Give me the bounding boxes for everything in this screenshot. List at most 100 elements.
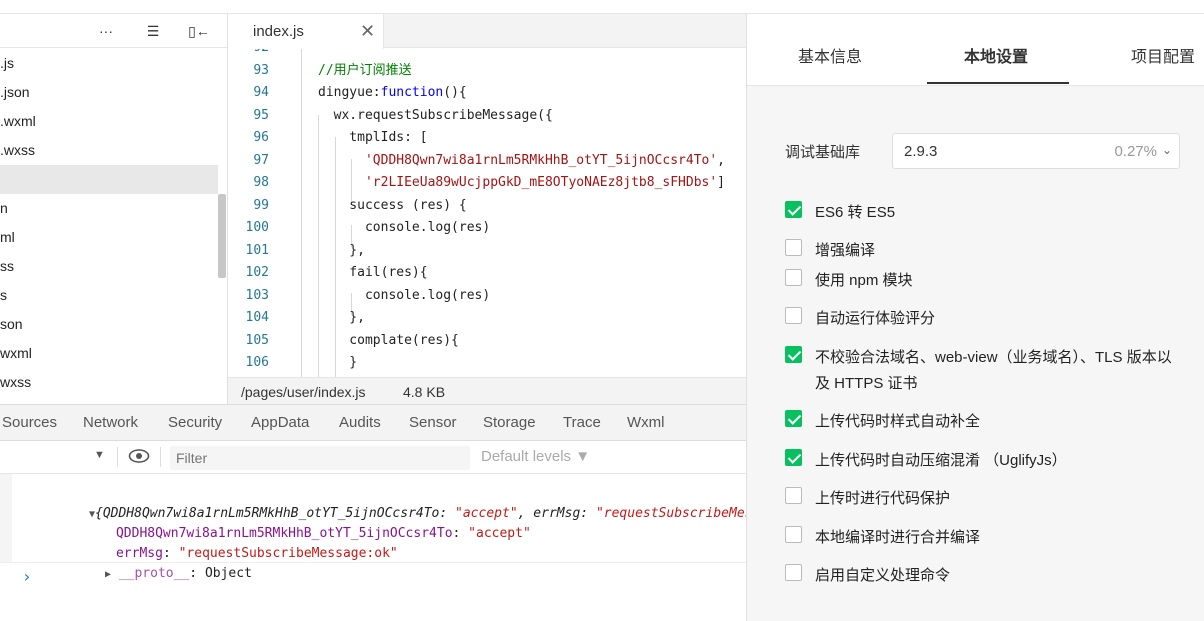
file-explorer-toolbar: ··· ☰ ▯← (0, 14, 227, 48)
setting-checkbox[interactable] (785, 564, 802, 581)
setting-checkbox[interactable] (785, 410, 802, 427)
debug-lib-version: 2.9.3 (904, 143, 938, 160)
setting-checkbox[interactable] (785, 449, 802, 466)
devtools-tab-bar: Sources Network Security AppData Audits Senso… (0, 405, 746, 441)
code-text: tmplIds: [ (318, 127, 427, 149)
setting-label: 增强编译 (815, 242, 876, 259)
code-area[interactable]: 9293//用户订阅推送94dingyue:function(){95 wx.r… (228, 49, 746, 377)
chevron-down-icon: ⌄ (1161, 143, 1172, 157)
file-item[interactable] (0, 165, 218, 194)
line-number: 103 (245, 287, 269, 303)
code-line: 99 success (res) { (228, 195, 746, 217)
line-number: 93 (253, 62, 269, 78)
code-token: wx.requestSubscribeMessage({ (318, 107, 553, 123)
setting-label: 上传时进行代码保护 (815, 490, 951, 507)
devtools-tab-storage[interactable]: Storage (483, 414, 536, 431)
setting-checkbox[interactable] (785, 269, 802, 286)
setting-checkbox[interactable] (785, 307, 802, 324)
setting-checkbox[interactable] (785, 201, 802, 218)
devtools-tab-network[interactable]: Network (83, 414, 138, 431)
code-token: (){ (443, 85, 467, 100)
code-editor: index.js ✕ 92 93 //用户订阅推送 94 dingyue:functio… (228, 14, 746, 404)
code-line: 103 console.log(res) (228, 285, 746, 307)
file-item[interactable]: wxss (0, 368, 218, 397)
code-line: 94 dingyue:function(){ (228, 82, 746, 104)
default-levels-dropdown[interactable]: Default levels ▼ (481, 448, 590, 465)
code-line: 100 console.log(res) (228, 217, 746, 239)
code-token: dingyue: (318, 85, 381, 100)
more-icon[interactable]: ··· (97, 23, 115, 39)
setting-checkbox[interactable] (785, 487, 802, 504)
active-tab-indicator (927, 82, 1069, 84)
file-item[interactable]: wxml (0, 339, 218, 368)
collapse-icon[interactable]: ☰ (144, 23, 162, 39)
close-icon[interactable]: ✕ (360, 21, 375, 42)
console-prop-row: QDDH8Qwn7wi8a1rnLm5RMkHhB_otYT_5ijnOCcsr… (115, 526, 531, 541)
split-icon[interactable]: ▯← (188, 23, 210, 39)
settings-body: 调试基础库 2.9.3 0.27% ⌄ ES6 转 ES5 增强编译 使用 npm … (747, 86, 1204, 621)
devtools-tab-security[interactable]: Security (168, 414, 222, 431)
file-explorer-scrollbar[interactable] (218, 194, 226, 278)
console-proto-row[interactable]: ▶ __proto__: Object (58, 544, 252, 581)
console-gutter (0, 474, 12, 562)
line-number: 102 (245, 265, 269, 280)
console-toolbar: ▼ Default levels ▼ (0, 441, 746, 474)
code-text: success (res) { (318, 195, 466, 217)
code-token: } (318, 355, 358, 370)
code-text: } (318, 352, 357, 374)
line-number: 100 (245, 220, 269, 235)
file-item[interactable]: .json (0, 78, 218, 107)
setting-checkbox[interactable] (785, 346, 802, 363)
tab-local-settings[interactable]: 本地设置 (964, 43, 1028, 67)
setting-checkbox[interactable] (785, 239, 802, 256)
code-token: }, (318, 242, 365, 258)
debug-lib-select[interactable]: 2.9.3 0.27% ⌄ (892, 133, 1180, 169)
setting-label: 上传代码时样式自动补全 (815, 413, 981, 430)
line-number: 104 (245, 310, 269, 325)
code-line: 104 }, (228, 307, 746, 329)
code-line: 106 } (228, 352, 746, 374)
code-line: 101 }, (228, 240, 746, 262)
line-number: 95 (253, 107, 269, 123)
code-token: console.log(res) (318, 220, 491, 235)
file-item[interactable]: .wxss (0, 136, 218, 165)
console-prop-row: errMsg: "requestSubscribeMessage:ok" (115, 546, 398, 561)
line-number: 96 (253, 130, 269, 145)
code-line: 96 tmplIds: [ (228, 127, 746, 149)
file-item[interactable]: ml (0, 223, 218, 252)
file-item[interactable]: .wxml (0, 107, 218, 136)
expand-icon[interactable]: ▶ (105, 569, 111, 580)
context-dropdown-icon[interactable]: ▼ (94, 449, 105, 461)
eye-icon[interactable] (128, 448, 150, 467)
editor-tab-index-js[interactable]: index.js ✕ (228, 14, 384, 49)
file-item[interactable]: s (0, 281, 218, 310)
setting-checkbox[interactable] (785, 526, 802, 543)
devtools-tab-sources[interactable]: Sources (2, 414, 57, 431)
file-item[interactable]: n (0, 194, 218, 223)
line-number: 101 (245, 242, 269, 258)
settings-tab-bar: 基本信息 本地设置 项目配置 (747, 14, 1204, 86)
file-item[interactable]: .js (0, 49, 218, 78)
toolbar-divider (160, 447, 161, 467)
file-item[interactable]: son (0, 310, 218, 339)
editor-status-bar: /pages/user/index.js 4.8 KB (228, 377, 746, 404)
status-file-path: /pages/user/index.js (241, 384, 366, 400)
code-text: }, (318, 240, 365, 262)
devtools-tab-trace[interactable]: Trace (563, 414, 601, 431)
console-divider (0, 562, 746, 563)
code-token: console.log(res) (318, 287, 491, 303)
console-prompt[interactable]: › (22, 567, 32, 586)
devtools-tab-appdata[interactable]: AppData (251, 414, 309, 431)
devtools-tab-audits[interactable]: Audits (339, 414, 381, 431)
tab-project-config[interactable]: 项目配置 (1131, 43, 1195, 67)
console-log-summary[interactable]: ▼{QDDH8Qwn7wi8a1rnLm5RMkHhB_otYT_5ijnOCc… (42, 484, 746, 521)
console-filter-input[interactable] (170, 446, 470, 470)
code-text: console.log(res) (318, 217, 490, 239)
devtools-tab-wxml[interactable]: Wxml (627, 414, 665, 431)
file-item[interactable]: ss (0, 252, 218, 281)
devtools-tab-sensor[interactable]: Sensor (409, 414, 457, 431)
tab-basic-info[interactable]: 基本信息 (798, 43, 862, 67)
line-number: 105 (245, 332, 269, 348)
code-line: 102 fail(res){ (228, 262, 746, 284)
